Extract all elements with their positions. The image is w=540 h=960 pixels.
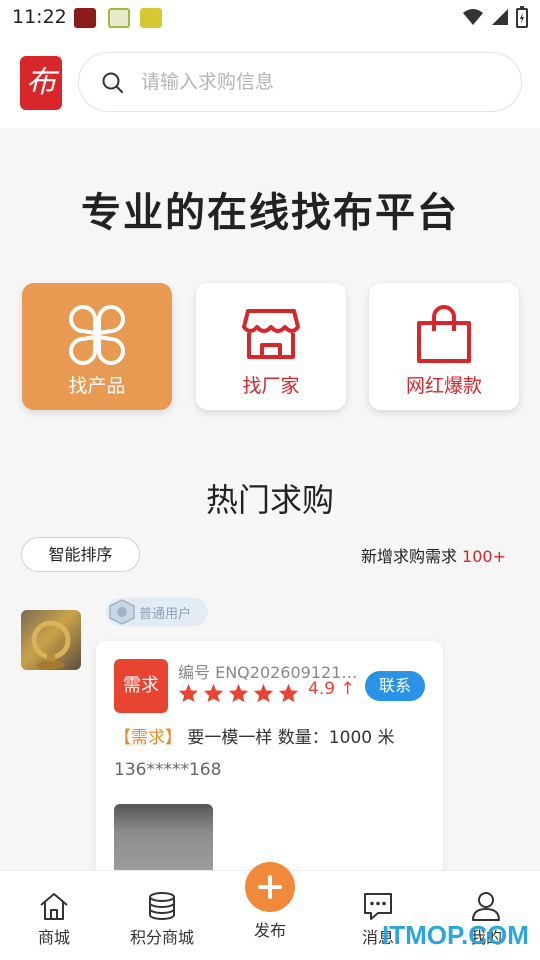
star-icon [253,683,274,703]
app-logo: 布 [20,56,62,110]
rating-value: 4.9 ↑ [308,679,355,699]
request-phone: 136*****168 [114,760,222,780]
battery-icon [516,6,528,28]
new-requests-count: 新增求购需求 100+ [361,543,506,567]
star-icon [228,683,249,703]
search-input[interactable] [141,53,501,111]
request-tag: 需求 [114,659,168,713]
star-icon [203,683,224,703]
coins-icon [149,892,175,920]
status-time: 11:22 [12,6,67,28]
section-title: 热门求购 [205,481,334,519]
app-notification-icon [74,8,96,28]
nav-item-points-mall[interactable]: 积分商城 [108,871,216,960]
sort-button[interactable]: 智能排序 [21,537,140,572]
request-desc-tag: 【需求】 [114,728,182,748]
signal-icon [492,9,508,25]
category-label: 找产品 [68,375,126,397]
category-find-product[interactable]: 找产品 [22,283,172,410]
avatar[interactable] [21,610,81,670]
user-icon [472,892,500,921]
category-label: 找厂家 [242,375,300,397]
avatar-image [31,620,71,669]
request-desc-text: 要一模一样 数量：1000 米 [187,728,395,748]
wifi-icon [463,9,483,25]
new-requests-number: 100+ [462,547,506,566]
new-requests-label: 新增求购需求 [360,547,457,566]
shop-icon [242,309,300,359]
category-find-factory[interactable]: 找厂家 [196,283,346,410]
search-bar[interactable] [78,52,522,112]
nav-label: 商城 [37,928,70,947]
app-notification-icon [140,8,162,28]
home-icon [40,893,68,920]
hero-title: 专业的在线找布平台 [81,190,459,236]
shopping-bag-icon [417,305,471,363]
status-bar: 11:22 [0,0,540,36]
nav-label: 积分商城 [129,928,194,947]
clover-icon [69,305,125,365]
publish-label: 发布 [253,921,286,940]
app-notification-icon [108,8,130,28]
star-icon [278,683,299,703]
header: 布 [0,36,540,128]
publish-button[interactable] [245,862,295,912]
user-badge-label: 普通用户 [139,607,192,622]
category-trending[interactable]: 网红爆款 [369,283,519,410]
contact-button[interactable]: 联系 [365,671,425,701]
category-label: 网红爆款 [405,375,482,397]
status-icons [462,6,528,28]
watermark: ITMOP.COM [382,920,529,950]
request-description: 【需求】 要一模一样 数量：1000 米 [114,723,394,748]
nav-item-mall[interactable]: 商城 [0,871,108,960]
badge-icon [109,599,135,625]
user-badge: 普通用户 [106,598,208,626]
search-icon [102,72,123,93]
rating-stars [178,683,299,703]
message-icon [364,893,392,920]
plus-icon [258,875,282,899]
star-icon [178,683,199,703]
